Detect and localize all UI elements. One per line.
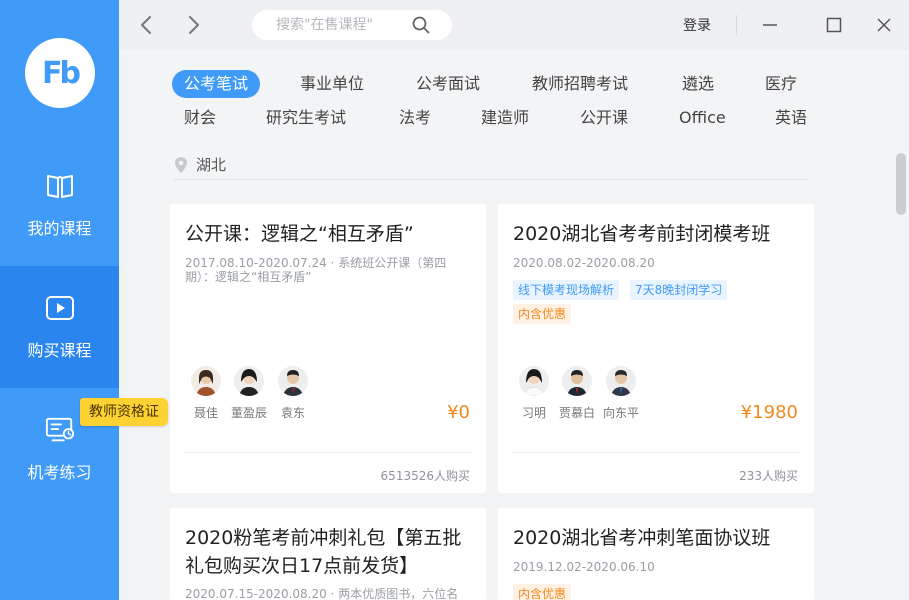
title-bar: 登录 <box>119 0 909 50</box>
sidebar-item-label: 购买课程 <box>27 341 92 360</box>
back-button[interactable] <box>131 10 161 40</box>
avatar <box>606 366 636 396</box>
category-tab[interactable]: 教师招聘考试 <box>532 70 628 98</box>
course-price: ¥0 <box>447 402 470 423</box>
login-button[interactable]: 登录 <box>683 15 711 35</box>
teacher-name: 聂佳 <box>193 406 218 420</box>
course-title: 2020湖北省考考前封闭模考班 <box>513 223 771 245</box>
app-logo: Fb <box>25 38 95 108</box>
course-date: 2020.08.02-2020.08.20 <box>513 256 655 270</box>
avatar <box>234 366 264 396</box>
course-date: 2020.07.15-2020.08.20 · 两本优质图书，六位名 <box>185 587 459 600</box>
avatar <box>562 366 592 396</box>
avatar <box>519 366 549 396</box>
teacher: 聂佳 <box>184 366 228 421</box>
category-tab[interactable]: 公开课 <box>580 104 628 132</box>
promo-badge: 内含优惠 <box>513 304 572 324</box>
course-price: ¥1980 <box>740 402 798 423</box>
category-tab[interactable]: 法考 <box>399 104 431 132</box>
category-tab[interactable]: 建造师 <box>481 104 529 132</box>
teacher-name: 贾慕白 <box>558 406 595 420</box>
forward-button[interactable] <box>179 10 209 40</box>
minimize-button[interactable] <box>755 10 785 40</box>
category-tab[interactable]: Office <box>679 104 726 132</box>
course-card[interactable]: 2020湖北省考考前封闭模考班 2020.08.02-2020.08.20 线下… <box>498 204 814 493</box>
buyer-count: 233人购买 <box>739 469 798 483</box>
teacher-name: 习明 <box>521 406 546 420</box>
teacher-name: 向东平 <box>602 406 639 420</box>
category-tab[interactable]: 医疗 <box>765 70 797 98</box>
category-tab[interactable]: 研究生考试 <box>266 104 346 132</box>
chevron-left-icon <box>141 16 151 34</box>
course-title: 公开课：逻辑之“相互矛盾” <box>185 223 414 245</box>
location-pin-icon <box>175 156 187 173</box>
minimize-icon <box>763 24 777 26</box>
search-icon[interactable] <box>412 16 430 38</box>
avatar <box>278 366 308 396</box>
sidebar-item-label: 我的课程 <box>27 219 92 238</box>
search-box <box>252 10 452 40</box>
search-input[interactable] <box>276 17 406 33</box>
maximize-icon <box>826 17 842 33</box>
course-title: 2020湖北省考冲刺笔面协议班 <box>513 527 771 549</box>
book-icon <box>45 171 75 201</box>
course-date: 2017.08.10-2020.07.24 · 系统班公开课（第四 <box>185 256 447 270</box>
close-icon <box>877 18 891 32</box>
course-card[interactable]: 公开课：逻辑之“相互矛盾” 2017.08.10-2020.07.24 · 系统… <box>170 204 486 493</box>
promo-badge: 内含优惠 <box>513 584 572 600</box>
category-tab[interactable]: 财会 <box>184 104 216 132</box>
scrollbar[interactable] <box>896 153 906 215</box>
category-tab[interactable]: 公考笔试 <box>172 70 261 98</box>
course-tag: 线下模考现场解析 <box>513 280 620 300</box>
category-tab[interactable]: 英语 <box>775 104 807 132</box>
teacher: 贾慕白 <box>555 366 599 421</box>
teacher: 向东平 <box>599 366 643 421</box>
maximize-button[interactable] <box>819 10 849 40</box>
monitor-icon <box>45 415 75 445</box>
course-title: 2020粉笔考前冲刺礼包【第五批 <box>185 527 462 549</box>
location-text: 湖北 <box>196 156 227 174</box>
course-date: 2019.12.02-2020.06.10 <box>513 560 655 574</box>
avatar <box>191 366 221 396</box>
logo-text: Fb <box>42 55 81 91</box>
location-selector[interactable]: 湖北 <box>174 150 808 180</box>
play-icon <box>45 293 75 323</box>
sidebar-item-label: 机考练习 <box>27 463 92 482</box>
buyer-count: 6513526人购买 <box>380 469 470 483</box>
sidebar-item-buy-courses[interactable]: 购买课程 <box>0 266 119 388</box>
course-desc: 期）：逻辑之“相互矛盾” <box>185 270 312 284</box>
teacher: 董盈辰 <box>227 366 271 421</box>
sidebar: Fb 我的课程 购买课程 机考练习 <box>0 0 119 600</box>
course-card[interactable]: 2020粉笔考前冲刺礼包【第五批 礼包购买次日17点前发货】 2020.07.1… <box>170 508 486 600</box>
divider <box>185 452 471 453</box>
teacher: 习明 <box>512 366 556 421</box>
course-card[interactable]: 2020湖北省考冲刺笔面协议班 2019.12.02-2020.06.10 内含… <box>498 508 814 600</box>
course-tag: 7天8晚封闭学习 <box>630 280 728 300</box>
category-tab[interactable]: 事业单位 <box>300 70 364 98</box>
course-title: 礼包购买次日17点前发货】 <box>185 555 419 577</box>
teacher: 袁东 <box>271 366 315 421</box>
teacher-name: 董盈辰 <box>230 406 267 420</box>
sidebar-item-my-courses[interactable]: 我的课程 <box>0 144 119 266</box>
divider <box>513 452 799 453</box>
divider <box>736 15 737 35</box>
chevron-right-icon <box>189 16 199 34</box>
category-tab[interactable]: 公考面试 <box>416 70 480 98</box>
teacher-name: 袁东 <box>280 406 305 420</box>
close-button[interactable] <box>869 10 899 40</box>
teacher-cert-tooltip[interactable]: 教师资格证 <box>80 398 168 426</box>
category-tab[interactable]: 遴选 <box>682 70 714 98</box>
